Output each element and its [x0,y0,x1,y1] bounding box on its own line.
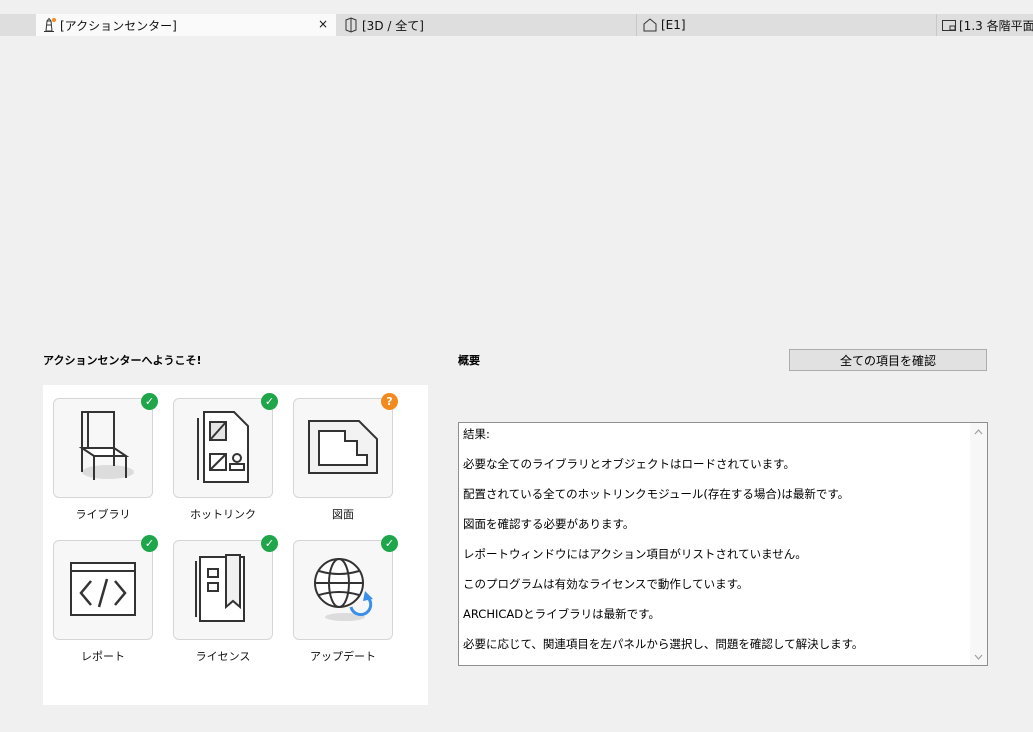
tile-drawing[interactable] [293,398,393,498]
tab-3d-all[interactable]: [3D / 全て] [338,14,634,36]
results-list: 結果: 必要な全てのライブラリとオブジェクトはロードされています。 配置されてい… [463,427,967,665]
tile-label-hotlink: ホットリンク [190,508,256,521]
result-line: 結果: [463,427,490,441]
result-line: 必要な全てのライブラリとオブジェクトはロードされています。 [463,457,796,471]
tile-hotlink[interactable] [173,398,273,498]
status-ok-badge: ✓ [261,393,278,410]
result-line: 必要に応じて、関連項目を左パネルから選択し、問題を確認して解決します。 [463,637,864,651]
lighthouse-icon [40,16,58,34]
result-line: 配置されている全てのホットリンクモジュール(存在する場合)は最新です。 [463,487,850,501]
welcome-title: アクションセンターへようこそ! [43,354,202,367]
tab-floor-plan[interactable]: [1.3 各階平面 [936,14,1033,36]
tile-label-license: ライセンス [195,650,251,663]
status-tile-panel: ✓ ライブラリ ✓ ホットリンク ? 図面 ✓ レポート ✓ ライセンス ✓ ア… [43,385,428,705]
status-ok-badge: ✓ [261,535,278,552]
hotlink-icon [190,408,256,489]
license-icon [192,551,254,630]
close-icon[interactable]: × [318,17,328,31]
vertical-scrollbar[interactable] [970,423,987,665]
tile-update[interactable] [293,540,393,640]
tab-elevation[interactable]: [E1] [636,14,934,36]
tile-label-report: レポート [81,650,125,663]
result-line: このプログラムは有効なライセンスで動作しています。 [463,577,749,591]
tab-label: [E1] [661,18,686,32]
tile-label-update: アップデート [310,650,376,663]
floor-plan-icon [941,16,957,34]
code-icon [67,559,139,622]
check-all-button[interactable]: 全ての項目を確認 [789,349,987,371]
tile-report[interactable] [53,540,153,640]
drawing-icon [305,417,381,480]
tab-label: [3D / 全て] [362,18,424,33]
chair-icon [68,406,138,491]
tab-bar: [アクションセンター] × [3D / 全て] [E1] [1.3 各階平面 [0,14,1033,36]
status-ok-badge: ✓ [141,393,158,410]
status-ok-badge: ✓ [141,535,158,552]
status-warning-badge: ? [381,393,398,410]
tile-label-library: ライブラリ [75,508,131,521]
tab-action-center[interactable]: [アクションセンター] × [36,14,336,36]
tile-label-drawing: 図面 [332,508,354,521]
result-line: レポートウィンドウにはアクション項目がリストされていません。 [463,547,807,561]
result-line: 図面を確認する必要があります。 [463,517,635,531]
overview-title: 概要 [458,354,480,367]
globe-update-icon [307,553,379,628]
scroll-down-icon[interactable] [970,648,987,665]
status-ok-badge: ✓ [381,535,398,552]
tab-label: [アクションセンター] [60,18,177,33]
tile-license[interactable] [173,540,273,640]
elevation-icon [641,16,659,34]
3d-view-icon [342,16,360,34]
scroll-up-icon[interactable] [970,423,987,440]
results-box[interactable]: 結果: 必要な全てのライブラリとオブジェクトはロードされています。 配置されてい… [458,422,988,666]
tile-library[interactable] [53,398,153,498]
tab-label: [1.3 各階平面 [959,18,1033,33]
result-line: ARCHICADとライブラリは最新です。 [463,607,660,621]
